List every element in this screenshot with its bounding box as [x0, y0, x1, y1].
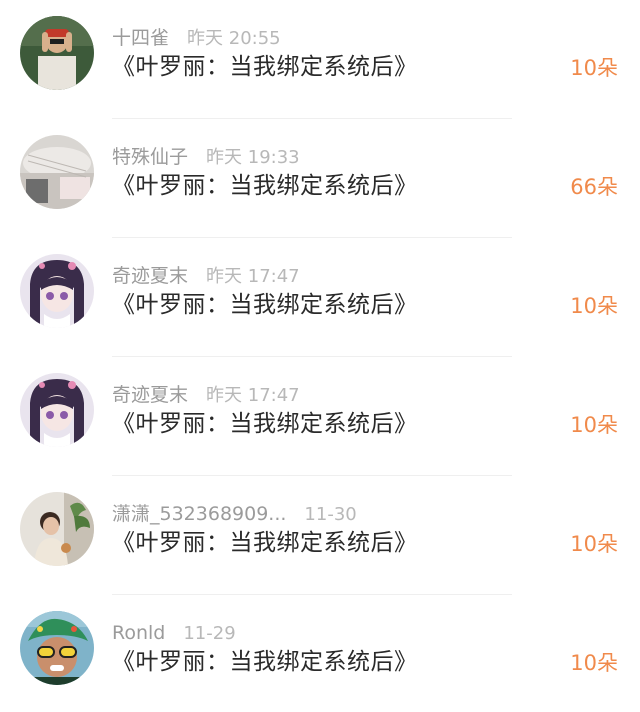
- book-title[interactable]: 《叶罗丽：当我绑定系统后》: [112, 647, 418, 677]
- book-title[interactable]: 《叶罗丽：当我绑定系统后》: [112, 171, 418, 201]
- avatar[interactable]: [20, 16, 94, 90]
- item-meta: Ronld 11-29: [112, 619, 236, 647]
- avatar[interactable]: [20, 492, 94, 566]
- user-photo-icon: [20, 611, 94, 685]
- user-name[interactable]: 十四雀: [112, 27, 169, 49]
- timestamp: 昨天 20:55: [187, 28, 281, 49]
- user-name[interactable]: 潇潇_532368909...: [112, 503, 286, 525]
- list-item[interactable]: 奇迹夏末 昨天 17:47 《叶罗丽：当我绑定系统后》 10朵: [0, 357, 640, 476]
- item-meta: 奇迹夏末 昨天 17:47: [112, 262, 300, 290]
- book-title[interactable]: 《叶罗丽：当我绑定系统后》: [112, 52, 418, 82]
- list-item[interactable]: 潇潇_532368909... 11-30 《叶罗丽：当我绑定系统后》 10朵: [0, 476, 640, 595]
- flower-count: 10朵: [570, 413, 618, 437]
- avatar[interactable]: [20, 254, 94, 328]
- item-meta: 潇潇_532368909... 11-30: [112, 500, 357, 528]
- book-title[interactable]: 《叶罗丽：当我绑定系统后》: [112, 290, 418, 320]
- item-meta: 奇迹夏末 昨天 17:47: [112, 381, 300, 409]
- user-name[interactable]: 奇迹夏末: [112, 384, 188, 406]
- list-item[interactable]: 十四雀 昨天 20:55 《叶罗丽：当我绑定系统后》 10朵: [0, 0, 640, 119]
- anime-girl-avatar-icon: [20, 254, 94, 328]
- list-item[interactable]: 奇迹夏末 昨天 17:47 《叶罗丽：当我绑定系统后》 10朵: [0, 238, 640, 357]
- avatar[interactable]: [20, 611, 94, 685]
- gift-record-list: 十四雀 昨天 20:55 《叶罗丽：当我绑定系统后》 10朵 特殊仙子 昨天 19:…: [0, 0, 640, 712]
- timestamp: 11-30: [304, 504, 357, 525]
- user-photo-icon: [20, 16, 94, 90]
- flower-count: 10朵: [570, 651, 618, 675]
- book-title[interactable]: 《叶罗丽：当我绑定系统后》: [112, 528, 418, 558]
- timestamp: 昨天 17:47: [206, 266, 300, 287]
- item-meta: 特殊仙子 昨天 19:33: [112, 143, 300, 171]
- timestamp: 昨天 17:47: [206, 385, 300, 406]
- flower-count: 10朵: [570, 532, 618, 556]
- timestamp: 昨天 19:33: [206, 147, 300, 168]
- timestamp: 11-29: [183, 623, 236, 644]
- list-item[interactable]: Ronld 11-29 《叶罗丽：当我绑定系统后》 10朵: [0, 595, 640, 712]
- item-meta: 十四雀 昨天 20:55: [112, 24, 281, 52]
- user-photo-icon: [20, 492, 94, 566]
- list-item[interactable]: 特殊仙子 昨天 19:33 《叶罗丽：当我绑定系统后》 66朵: [0, 119, 640, 238]
- avatar[interactable]: [20, 135, 94, 209]
- avatar[interactable]: [20, 373, 94, 447]
- anime-girl-avatar-icon: [20, 373, 94, 447]
- user-name[interactable]: 奇迹夏末: [112, 265, 188, 287]
- user-photo-icon: [20, 135, 94, 209]
- flower-count: 10朵: [570, 294, 618, 318]
- flower-count: 10朵: [570, 56, 618, 80]
- book-title[interactable]: 《叶罗丽：当我绑定系统后》: [112, 409, 418, 439]
- user-name[interactable]: Ronld: [112, 622, 165, 644]
- user-name[interactable]: 特殊仙子: [112, 146, 188, 168]
- flower-count: 66朵: [570, 175, 618, 199]
